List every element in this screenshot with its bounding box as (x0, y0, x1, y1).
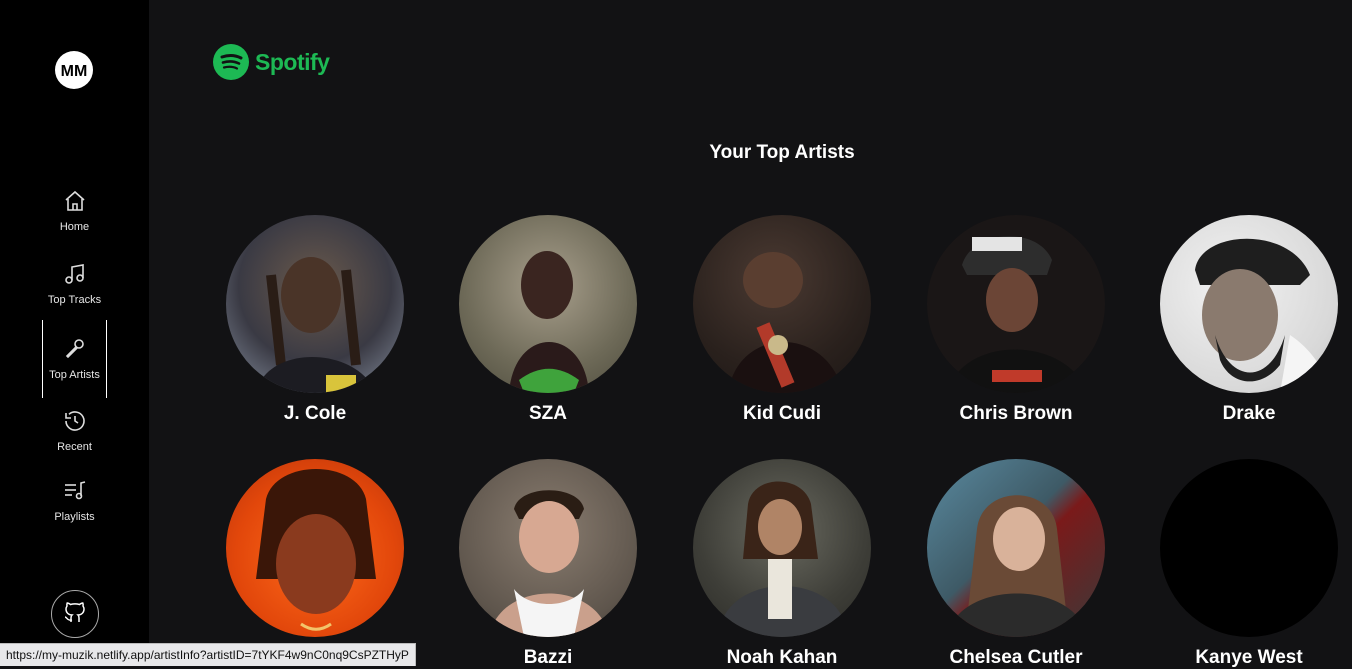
spotify-wordmark: Spotify (255, 48, 330, 75)
app-logo[interactable]: MM (54, 50, 94, 90)
artist-name: Kid Cudi (742, 403, 822, 424)
artist-card[interactable]: Chris Brown (927, 215, 1105, 425)
artist-avatar[interactable] (927, 215, 1105, 393)
sidebar-item-top-tracks[interactable]: Top Tracks (0, 248, 149, 320)
playlist-icon (63, 479, 87, 503)
artist-name: Chelsea Cutler (949, 647, 1083, 668)
artist-name: Chris Brown (959, 403, 1073, 424)
artist-card[interactable]: Bazzi (459, 459, 637, 669)
sidebar-item-label: Top Tracks (47, 294, 102, 306)
artist-card[interactable]: Noah Kahan (693, 459, 871, 669)
artist-card[interactable] (226, 459, 404, 647)
sidebar-item-home[interactable]: Home (0, 175, 149, 247)
artist-name: J. Cole (283, 403, 347, 424)
page-title: Your Top Artists (709, 142, 855, 163)
sidebar-item-top-artists[interactable]: Top Artists (42, 320, 107, 398)
sidebar-item-label: Home (59, 221, 90, 233)
spotify-icon (213, 44, 249, 80)
artist-card[interactable]: Kanye West (1160, 459, 1338, 669)
sidebar-item-playlists[interactable]: Playlists (0, 465, 149, 537)
artist-avatar[interactable] (693, 215, 871, 393)
sidebar-item-recent[interactable]: Recent (0, 395, 149, 467)
history-icon (63, 409, 87, 433)
artist-avatar[interactable] (693, 459, 871, 637)
github-link[interactable] (51, 590, 99, 638)
artist-card[interactable]: Chelsea Cutler (927, 459, 1105, 669)
music-note-icon (63, 262, 87, 286)
artist-card[interactable]: Kid Cudi (693, 215, 871, 425)
artist-avatar[interactable] (459, 215, 637, 393)
microphone-icon (63, 337, 87, 361)
artist-name: Drake (1222, 403, 1276, 424)
artist-name: SZA (529, 403, 567, 424)
sidebar-item-label: Playlists (54, 511, 95, 523)
artist-avatar[interactable] (927, 459, 1105, 637)
sidebar-item-label: Top Artists (49, 369, 100, 381)
artist-avatar[interactable] (226, 459, 404, 637)
artist-avatar[interactable] (459, 459, 637, 637)
spotify-brand: Spotify (213, 44, 330, 80)
github-icon (63, 600, 87, 629)
artist-name: Noah Kahan (726, 647, 838, 668)
artist-name: Kanye West (1195, 647, 1303, 668)
artist-card[interactable]: Drake (1160, 215, 1338, 425)
status-bar-url: https://my-muzik.netlify.app/artistInfo?… (0, 643, 416, 666)
artist-name: Bazzi (523, 647, 573, 668)
artist-card[interactable]: SZA (459, 215, 637, 425)
artist-avatar[interactable] (1160, 459, 1338, 637)
home-icon (63, 189, 87, 213)
artist-avatar[interactable] (1160, 215, 1338, 393)
sidebar-item-label: Recent (57, 441, 92, 453)
artist-avatar[interactable] (226, 215, 404, 393)
artist-card[interactable]: J. Cole (226, 215, 404, 425)
svg-text:MM: MM (61, 63, 88, 80)
sidebar: MM Home Top Tracks Top Artists Recent Pl… (0, 0, 149, 665)
